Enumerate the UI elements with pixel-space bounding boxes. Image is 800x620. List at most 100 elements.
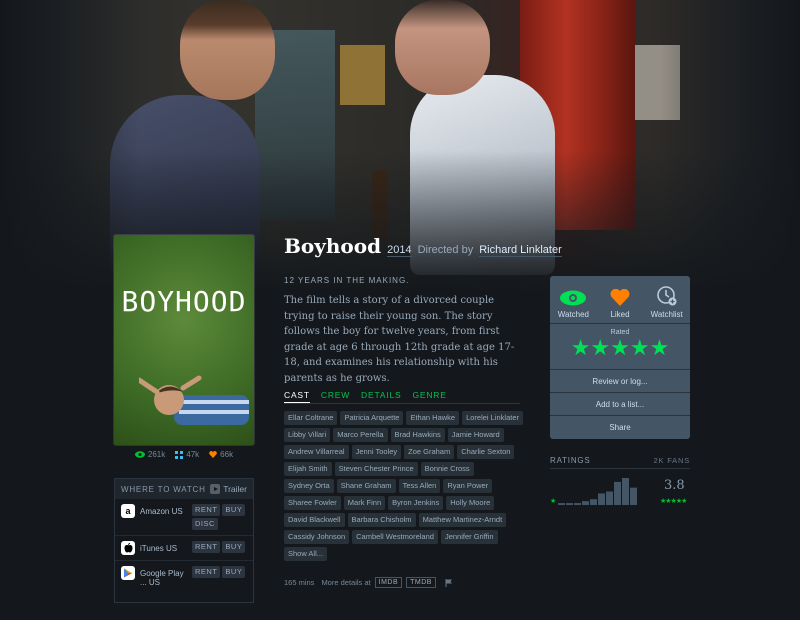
- apple-icon: [121, 541, 135, 555]
- histogram-bar[interactable]: [590, 499, 597, 505]
- add-to-list-button[interactable]: Add to a list...: [550, 393, 690, 416]
- fans-link[interactable]: 2K FANS: [654, 456, 690, 465]
- cast-member[interactable]: Brad Hawkins: [390, 428, 445, 442]
- service-row[interactable]: a Amazon US RENT BUY DISC: [115, 499, 253, 536]
- film-poster[interactable]: BOYHOOD: [114, 235, 254, 445]
- cast-member[interactable]: Shane Graham: [336, 479, 396, 493]
- cast-member[interactable]: Steven Chester Prince: [334, 462, 418, 476]
- cast-member[interactable]: Cambell Westmoreland: [352, 530, 438, 544]
- cast-member[interactable]: Elijah Smith: [284, 462, 332, 476]
- cast-member[interactable]: David Blackwell: [284, 513, 345, 527]
- tab-crew[interactable]: CREW: [321, 390, 350, 403]
- poster-title: BOYHOOD: [121, 285, 247, 318]
- cast-member[interactable]: Andrew Villarreal: [284, 445, 349, 459]
- grid-icon: [175, 450, 184, 459]
- histogram-bar[interactable]: [566, 503, 573, 505]
- watched-count: 261k: [147, 450, 166, 459]
- google-play-icon: [121, 566, 135, 580]
- cast-list: Ellar Coltrane Patricia Arquette Ethan Haw…: [284, 411, 524, 561]
- watched-button[interactable]: Watched: [550, 276, 597, 323]
- share-button[interactable]: Share: [550, 416, 690, 439]
- cast-member[interactable]: Holly Moore: [446, 496, 495, 510]
- cast-member[interactable]: Zoe Graham: [404, 445, 455, 459]
- cast-member[interactable]: Jennifer Griffin: [440, 530, 498, 544]
- cast-member[interactable]: Sharee Fowler: [284, 496, 341, 510]
- cast-member[interactable]: Bonnie Cross: [420, 462, 474, 476]
- like-button[interactable]: Liked: [597, 276, 644, 323]
- histogram-bar[interactable]: [582, 501, 589, 505]
- cast-member[interactable]: Ryan Power: [443, 479, 493, 493]
- tab-details[interactable]: DETAILS: [361, 390, 401, 403]
- tmdb-link[interactable]: TMDB: [406, 577, 436, 588]
- buy-button[interactable]: BUY: [222, 541, 246, 553]
- min-star-icon: ★: [550, 498, 557, 505]
- where-to-watch-panel: WHERE TO WATCH Trailer a Amazon US RENT …: [114, 478, 254, 603]
- watchlist-button[interactable]: Watchlist: [643, 276, 690, 323]
- amazon-icon: a: [121, 504, 135, 518]
- flag-icon[interactable]: [445, 578, 453, 587]
- cast-member[interactable]: Jenni Tooley: [351, 445, 402, 459]
- histogram-bar[interactable]: [558, 503, 565, 505]
- histogram-bar[interactable]: [614, 481, 621, 505]
- directed-by-label: Directed by: [417, 244, 474, 256]
- tab-cast[interactable]: CAST: [284, 390, 310, 403]
- service-row[interactable]: Google Play ... US RENT BUY: [115, 561, 253, 592]
- cast-member[interactable]: Ellar Coltrane: [284, 411, 338, 425]
- director-link[interactable]: Richard Linklater: [479, 244, 562, 257]
- buy-button[interactable]: BUY: [222, 504, 246, 516]
- imdb-link[interactable]: IMDB: [374, 577, 403, 588]
- tab-genre[interactable]: GENRE: [412, 390, 446, 403]
- film-title: Boyhood: [284, 234, 382, 258]
- film-footer: 165 mins More details at IMDB TMDB: [284, 577, 453, 588]
- cast-member[interactable]: Tess Allen: [398, 479, 441, 493]
- heart-icon: [610, 289, 630, 306]
- cast-member[interactable]: Mark Finn: [343, 496, 386, 510]
- rent-button[interactable]: RENT: [192, 541, 221, 553]
- likes-count: 66k: [220, 450, 234, 459]
- average-rating[interactable]: 3.8: [664, 478, 685, 493]
- cast-member[interactable]: Charlie Sexton: [457, 445, 515, 459]
- runtime: 165 mins: [284, 578, 315, 587]
- cast-member[interactable]: Barbara Chisholm: [347, 513, 416, 527]
- service-row[interactable]: iTunes US RENT BUY: [115, 536, 253, 561]
- cast-member[interactable]: Ethan Hawke: [406, 411, 460, 425]
- cast-member[interactable]: Marco Perella: [333, 428, 388, 442]
- rating-section: Rated ★★★★★: [550, 324, 690, 370]
- cast-member[interactable]: Cassidy Johnson: [284, 530, 350, 544]
- trailer-link[interactable]: Trailer: [210, 484, 247, 494]
- cast-member[interactable]: Matthew Martinez-Arndt: [418, 513, 507, 527]
- where-to-watch-title: WHERE TO WATCH: [121, 484, 206, 494]
- ratings-title: RATINGS: [550, 456, 591, 465]
- play-icon: [210, 484, 221, 494]
- star-rating[interactable]: ★★★★★: [550, 336, 690, 360]
- film-header: Boyhood 2014 Directed by Richard Linklat…: [284, 234, 562, 258]
- histogram-bar[interactable]: [630, 487, 637, 505]
- histogram-bar[interactable]: [606, 491, 613, 506]
- histogram-bar[interactable]: [574, 503, 581, 505]
- lists-stat: 47k: [175, 450, 199, 459]
- histogram-bar[interactable]: [622, 478, 629, 505]
- cast-member[interactable]: Jamie Howard: [447, 428, 504, 442]
- cast-member[interactable]: Sydney Orta: [284, 479, 334, 493]
- film-stats: 261k 47k 66k: [114, 450, 254, 459]
- liked-label: Liked: [610, 310, 630, 319]
- show-all-cast-button[interactable]: Show All...: [284, 547, 328, 561]
- rent-button[interactable]: RENT: [192, 566, 221, 578]
- eye-icon: [560, 290, 587, 306]
- cast-member[interactable]: Byron Jenkins: [388, 496, 444, 510]
- review-button[interactable]: Review or log...: [550, 370, 690, 393]
- buy-button[interactable]: BUY: [222, 566, 246, 578]
- rent-button[interactable]: RENT: [192, 504, 221, 516]
- cast-member[interactable]: Patricia Arquette: [340, 411, 404, 425]
- ratings-header: RATINGS 2K FANS: [550, 456, 690, 469]
- likes-stat: 66k: [209, 450, 233, 459]
- disc-button[interactable]: DISC: [192, 518, 218, 530]
- info-tabs: CAST CREW DETAILS GENRE: [284, 390, 520, 404]
- cast-member[interactable]: Libby Villari: [284, 428, 331, 442]
- cast-member[interactable]: Lorelei Linklater: [462, 411, 524, 425]
- film-year-link[interactable]: 2014: [387, 244, 412, 257]
- more-details-label: More details at: [321, 578, 371, 587]
- histogram-bar[interactable]: [598, 493, 605, 505]
- clock-plus-icon: [656, 286, 677, 306]
- service-name: iTunes US: [140, 544, 178, 553]
